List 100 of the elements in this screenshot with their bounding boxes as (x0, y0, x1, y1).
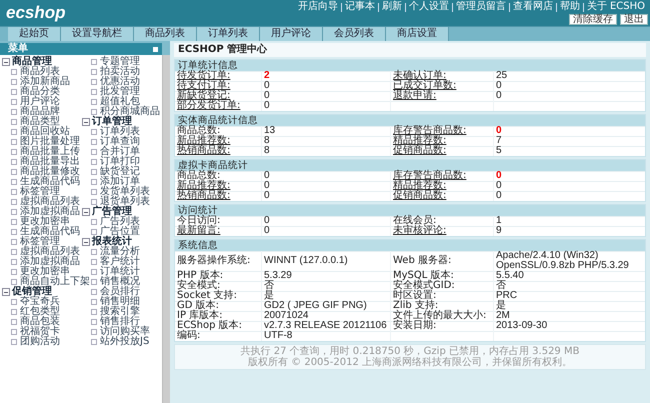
menu-item[interactable]: 销售概况 (100, 277, 140, 287)
stat-label[interactable]: 退款申请: (393, 90, 436, 101)
menu-item[interactable]: 红包类型 (20, 307, 60, 317)
stat-label[interactable]: 待发货订单: (177, 70, 230, 81)
menu-item[interactable]: 添加虚拟商品 (20, 207, 80, 217)
menu-item[interactable]: 广告列表 (100, 217, 140, 227)
menu-item[interactable]: 流量分析 (100, 247, 140, 257)
menu-item[interactable]: 商品类型 (20, 117, 60, 127)
menu-item[interactable]: 优惠活动 (100, 77, 140, 87)
menu-item[interactable]: 广告位置 (100, 227, 140, 237)
menu-item[interactable]: 商品自动上下架 (20, 277, 90, 287)
menu-item[interactable]: 祝福贺卡 (20, 327, 60, 337)
stat-label[interactable]: 部分发货订单: (177, 100, 240, 111)
expand-icon[interactable] (2, 58, 10, 66)
stat-label[interactable]: 库存警告商品数: (393, 125, 466, 136)
menu-item[interactable]: 站外投放JS (100, 337, 150, 347)
menu-item[interactable]: 专题管理 (100, 57, 140, 67)
menu-item[interactable]: 标签管理 (20, 187, 60, 197)
stat-label[interactable]: 促销商品数: (393, 190, 446, 201)
menu-item[interactable]: 销售明细 (100, 297, 140, 307)
nav-tab[interactable]: 起始页 (8, 27, 61, 41)
scrollbar[interactable] (162, 55, 170, 403)
menu-group[interactable]: 订单管理 (92, 117, 132, 127)
menu-item[interactable]: 订单打印 (100, 157, 140, 167)
menu-item[interactable]: 团购活动 (20, 337, 60, 347)
nav-tab[interactable]: 设置导航栏 (61, 27, 134, 41)
menu-item[interactable]: 夺宝奇兵 (20, 297, 60, 307)
menu-item[interactable]: 订单列表 (100, 127, 140, 137)
expand-icon[interactable] (82, 118, 90, 126)
header-link[interactable]: 关于 ECSHO (584, 1, 648, 13)
expand-icon[interactable] (82, 208, 90, 216)
menu-item[interactable]: 发货单列表 (100, 187, 150, 197)
nav-tab[interactable]: 商品列表 (134, 27, 197, 41)
header-link[interactable]: 管理员留言 (452, 1, 509, 13)
stat-label[interactable]: 未确认订单: (393, 70, 446, 81)
stat-label[interactable]: 待支付订单: (177, 80, 230, 91)
stat-label[interactable]: 热销商品数: (177, 190, 230, 201)
menu-item[interactable]: 商品批量上传 (20, 147, 80, 157)
nav-tab[interactable]: 订单列表 (197, 27, 260, 41)
menu-item[interactable]: 商品批量修改 (20, 167, 80, 177)
menu-item[interactable]: 批发管理 (100, 87, 140, 97)
menu-item[interactable]: 积分商城商品 (100, 107, 160, 117)
stat-label[interactable]: 热销商品数: (177, 145, 230, 156)
stat-label[interactable]: 新缺货登记: (177, 90, 230, 101)
stat-label[interactable]: 库存警告商品数: (393, 170, 466, 181)
expand-icon[interactable] (82, 238, 90, 246)
stat-label[interactable]: 促销商品数: (393, 145, 446, 156)
menu-item[interactable]: 搜索引擎 (100, 307, 140, 317)
nav-tab[interactable]: 会员列表 (323, 27, 386, 41)
menu-group[interactable]: 报表统计 (92, 237, 132, 247)
menu-item[interactable]: 订单统计 (100, 267, 140, 277)
menu-item[interactable]: 添加新商品 (20, 77, 70, 87)
header-link[interactable]: 查看网店 (510, 1, 556, 13)
menu-item[interactable]: 合并订单 (100, 147, 140, 157)
header-button[interactable]: 清除缓存 (569, 14, 617, 25)
header-link[interactable]: 刷新 (378, 1, 405, 13)
menu-item[interactable]: 缺货登记 (100, 167, 140, 177)
menu-item[interactable]: 更改加密串 (20, 267, 70, 277)
menu-item[interactable]: 商品包装 (20, 317, 60, 327)
menu-item[interactable]: 客户统计 (100, 257, 140, 267)
menu-item[interactable]: 拍卖活动 (100, 67, 140, 77)
menu-item[interactable]: 添加虚拟商品 (20, 257, 80, 267)
menu-item[interactable]: 虚拟商品列表 (20, 247, 80, 257)
menu-group[interactable]: 促销管理 (12, 287, 52, 297)
nav-tab[interactable]: 用户评论 (260, 27, 323, 41)
nav-tab[interactable]: 商店设置 (386, 27, 449, 41)
expand-icon[interactable] (2, 288, 10, 296)
header-link[interactable]: 个人设置 (406, 1, 452, 13)
menu-item[interactable]: 访问购买率 (100, 327, 150, 337)
menu-item[interactable]: 商品品牌 (20, 107, 60, 117)
stat-label[interactable]: 未审核评论: (393, 225, 446, 236)
menu-item[interactable]: 添加订单 (100, 177, 140, 187)
menu-item[interactable]: 订单查询 (100, 137, 140, 147)
menu-item[interactable]: 生成商品代码 (20, 227, 80, 237)
header-link[interactable]: 帮助 (556, 1, 583, 13)
stat-label[interactable]: 精品推荐数: (393, 180, 446, 191)
menu-item[interactable]: 虚拟商品列表 (20, 197, 80, 207)
menu-item[interactable]: 会员排行 (100, 287, 140, 297)
menu-item[interactable]: 商品列表 (20, 67, 60, 77)
stat-label[interactable]: 新品推荐数: (177, 180, 230, 191)
stat-label[interactable]: 最新留言: (177, 225, 220, 236)
menu-item[interactable]: 商品回收站 (20, 127, 70, 137)
menu-item[interactable]: 用户评论 (20, 97, 60, 107)
menu-item[interactable]: 商品批量导出 (20, 157, 80, 167)
stat-label[interactable]: 新品推荐数: (177, 135, 230, 146)
menu-item[interactable]: 生成商品代码 (20, 177, 80, 187)
menu-item[interactable]: 销售排行 (100, 317, 140, 327)
menu-item[interactable]: 商品分类 (20, 87, 60, 97)
header-link[interactable]: 记事本 (342, 1, 378, 13)
menu-item[interactable]: 标签管理 (20, 237, 60, 247)
toggle-icon[interactable] (153, 46, 158, 52)
stat-label[interactable]: 已成交订单数: (393, 80, 456, 91)
header-link[interactable]: 开店向导 (294, 1, 341, 13)
menu-group[interactable]: 广告管理 (92, 207, 132, 217)
menu-item[interactable]: 退货单列表 (100, 197, 150, 207)
menu-item[interactable]: 图片批量处理 (20, 137, 80, 147)
menu-item[interactable]: 更改加密串 (20, 217, 70, 227)
menu-group[interactable]: 商品管理 (12, 57, 52, 67)
stat-label[interactable]: 精品推荐数: (393, 135, 446, 146)
menu-item[interactable]: 超值礼包 (100, 97, 140, 107)
